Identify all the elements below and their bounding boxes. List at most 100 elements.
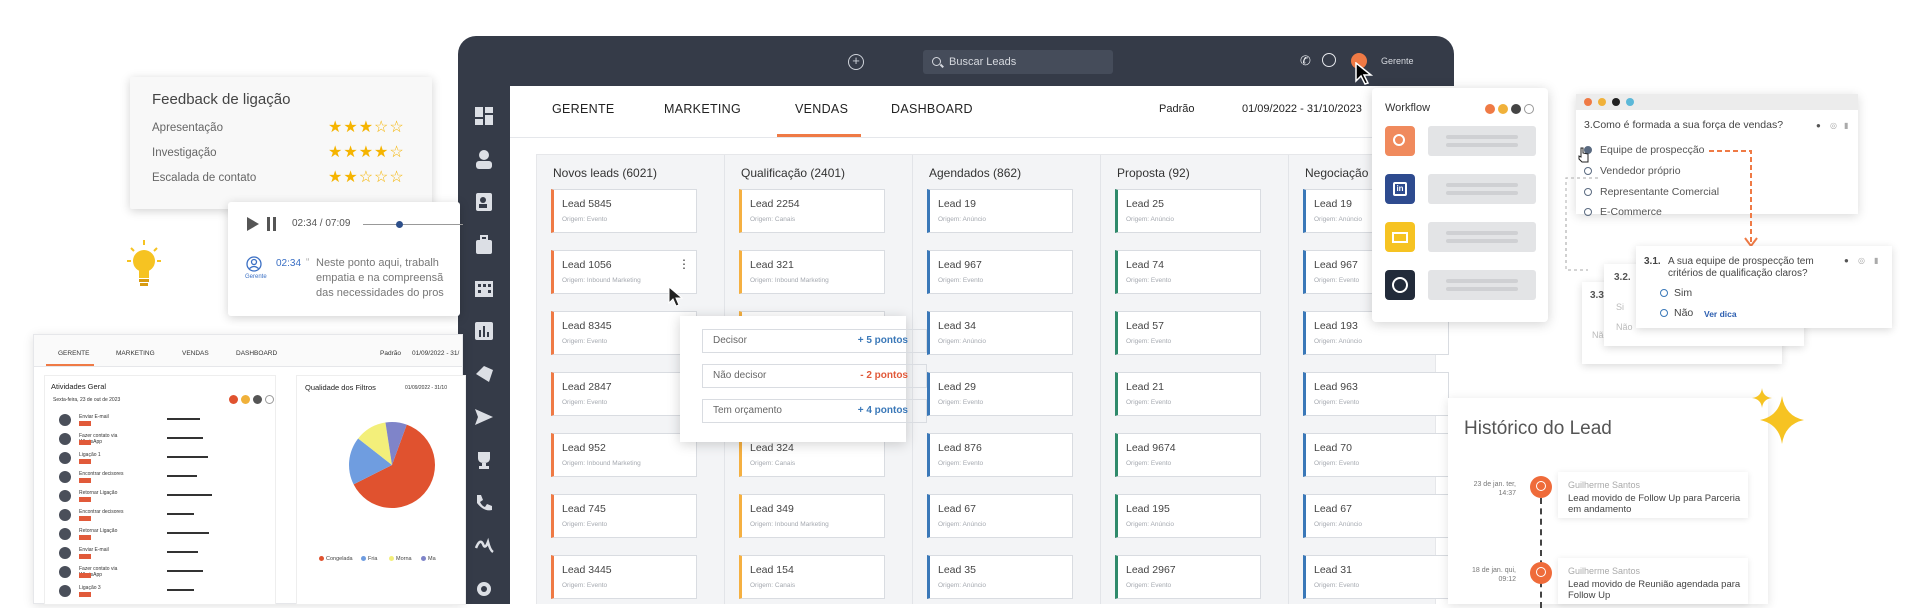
filters-date[interactable]: 01/09/2022 - 31/10 (405, 385, 447, 391)
signature-icon[interactable] (474, 536, 494, 556)
lead-card[interactable]: Lead 154 Origem: Canais (739, 555, 885, 599)
tab-vendas[interactable]: VENDAS (795, 102, 848, 116)
workflow-step-placeholder[interactable] (1428, 222, 1536, 252)
date-range[interactable]: 01/09/2022 - 31/10/2023 (1242, 103, 1362, 115)
lead-card[interactable]: Lead 321 Origem: Inbound Marketing (739, 250, 885, 294)
tab-dashboard[interactable]: DASHBOARD (891, 102, 973, 116)
play-icon[interactable] (246, 216, 260, 232)
lead-card[interactable]: Lead 19 Origem: Anúncio (927, 189, 1073, 233)
building-icon[interactable] (474, 278, 494, 298)
lead-card[interactable]: Lead 195 Origem: Anúncio (1115, 494, 1261, 538)
copy-icon[interactable]: ◎ (1830, 121, 1837, 130)
lead-card[interactable]: Lead 2967 Origem: Evento (1115, 555, 1261, 599)
lead-card[interactable]: Lead 967 Origem: Evento (927, 250, 1073, 294)
star-rating[interactable]: ★★☆☆☆ (328, 170, 405, 186)
progress-handle[interactable] (396, 221, 403, 228)
contact-card-icon[interactable] (474, 192, 494, 212)
option-nao[interactable]: Não (1660, 307, 1693, 319)
mini-view-selector[interactable]: Padrão (380, 350, 401, 357)
option-sim[interactable]: Sim (1660, 287, 1692, 299)
transcript-timestamp[interactable]: 02:34 (276, 258, 301, 269)
gear-icon[interactable] (474, 579, 494, 599)
dashboard-icon[interactable] (474, 106, 494, 126)
lead-card[interactable]: Lead 5845 Origem: Evento (551, 189, 697, 233)
history-entry[interactable]: Guilherme Santos Lead movido de Reunião … (1558, 558, 1748, 604)
tab-gerente[interactable]: GERENTE (552, 102, 615, 116)
lead-card[interactable]: Lead 3445 Origem: Evento (551, 555, 697, 599)
lead-card[interactable]: Lead 57 Origem: Evento (1115, 311, 1261, 355)
history-entry[interactable]: Guilherme Santos Lead movido de Follow U… (1558, 472, 1748, 518)
mini-date[interactable]: 01/09/2022 - 31/ (412, 350, 459, 357)
briefcase-icon[interactable] (474, 235, 494, 255)
score-row-orcamento[interactable]: Tem orçamento + 4 pontos (702, 399, 927, 423)
search-icon[interactable] (1385, 126, 1415, 156)
workflow-step-placeholder[interactable] (1428, 126, 1536, 156)
copy-icon[interactable]: ◎ (1858, 256, 1865, 265)
lead-card[interactable]: Lead 952 Origem: Inbound Marketing (551, 433, 697, 477)
lead-card[interactable]: Lead 74 Origem: Evento (1115, 250, 1261, 294)
lead-card[interactable]: Lead 29 Origem: Evento (927, 372, 1073, 416)
lead-card[interactable]: Lead 67 Origem: Anúncio (927, 494, 1073, 538)
more-options-icon[interactable]: ⋮ (678, 257, 690, 271)
linkedin-icon[interactable]: in (1385, 174, 1415, 204)
whatsapp-icon[interactable] (1322, 53, 1336, 67)
lead-card[interactable]: Lead 876 Origem: Evento (927, 433, 1073, 477)
mini-tab-dashboard[interactable]: DASHBOARD (236, 350, 277, 357)
info-icon[interactable]: ● (1844, 256, 1849, 265)
star-rating[interactable]: ★★★☆☆ (328, 120, 405, 136)
info-icon[interactable]: ● (1816, 121, 1821, 130)
trophy-icon[interactable] (474, 450, 494, 470)
lead-card[interactable]: Lead 349 Origem: Inbound Marketing (739, 494, 885, 538)
tip-link[interactable]: Ver dica (1704, 309, 1737, 319)
color-dot[interactable] (1524, 104, 1534, 114)
score-row-nao-decisor[interactable]: Não decisor - 2 pontos (702, 364, 927, 388)
lead-card[interactable]: Lead 70 Origem: Evento (1303, 433, 1449, 477)
lead-card[interactable]: Lead 31 Origem: Evento (1303, 555, 1449, 599)
mini-tab-vendas[interactable]: VENDAS (182, 350, 209, 357)
send-icon[interactable] (474, 407, 494, 427)
lead-name: Lead 5845 (562, 198, 612, 210)
filter-dot[interactable] (241, 395, 250, 404)
lead-card[interactable]: Lead 35 Origem: Anúncio (927, 555, 1073, 599)
filter-dot[interactable] (265, 395, 274, 404)
mini-tab-gerente[interactable]: GERENTE (58, 350, 89, 357)
score-row-decisor[interactable]: Decisor + 5 pontos (702, 329, 927, 353)
lead-card[interactable]: Lead 9674 Origem: Evento (1115, 433, 1261, 477)
color-dot[interactable] (1498, 104, 1508, 114)
lead-card[interactable]: Lead 34 Origem: Anúncio (927, 311, 1073, 355)
activity-badge (79, 497, 91, 502)
tag-icon[interactable] (474, 364, 494, 384)
email-icon[interactable] (1385, 222, 1415, 252)
tab-marketing[interactable]: MARKETING (664, 102, 741, 116)
bar-chart-icon[interactable] (474, 321, 494, 341)
workflow-step-placeholder[interactable] (1428, 270, 1536, 300)
progress-track[interactable] (363, 224, 463, 225)
lead-card[interactable]: Lead 2847 Origem: Evento (551, 372, 697, 416)
user-icon[interactable] (474, 149, 494, 169)
filter-dot[interactable] (253, 395, 262, 404)
date-nav[interactable]: Sexta-feira, 23 de out de 2023 (53, 397, 120, 403)
lead-card[interactable]: Lead 2254 Origem: Canais (739, 189, 885, 233)
search-input[interactable]: Buscar Leads (923, 50, 1113, 74)
lead-card[interactable]: Lead 8345 Origem: Evento (551, 311, 697, 355)
add-icon[interactable]: + (848, 54, 864, 70)
lead-card[interactable]: Lead 745 Origem: Evento (551, 494, 697, 538)
lead-card[interactable]: Lead 21 Origem: Evento (1115, 372, 1261, 416)
color-dot[interactable] (1485, 104, 1495, 114)
lead-card[interactable]: Lead 25 Origem: Anúncio (1115, 189, 1261, 233)
phone-icon[interactable] (474, 493, 494, 513)
color-dot[interactable] (1511, 104, 1521, 114)
star-rating[interactable]: ★★★★☆ (328, 145, 405, 161)
phone-icon[interactable]: ✆ (1300, 53, 1311, 69)
pause-icon[interactable] (266, 216, 278, 232)
trash-icon[interactable]: ▮ (1874, 256, 1878, 265)
lead-card[interactable]: Lead 67 Origem: Anúncio (1303, 494, 1449, 538)
mini-tab-marketing[interactable]: MARKETING (116, 350, 155, 357)
whatsapp-icon[interactable] (1385, 270, 1415, 300)
view-selector[interactable]: Padrão (1159, 103, 1194, 115)
lead-card[interactable]: Lead 963 Origem: Evento (1303, 372, 1449, 416)
trash-icon[interactable]: ▮ (1844, 121, 1848, 130)
workflow-step-placeholder[interactable] (1428, 174, 1536, 204)
filter-dot[interactable] (229, 395, 238, 404)
lead-origin: Origem: Evento (562, 582, 608, 589)
